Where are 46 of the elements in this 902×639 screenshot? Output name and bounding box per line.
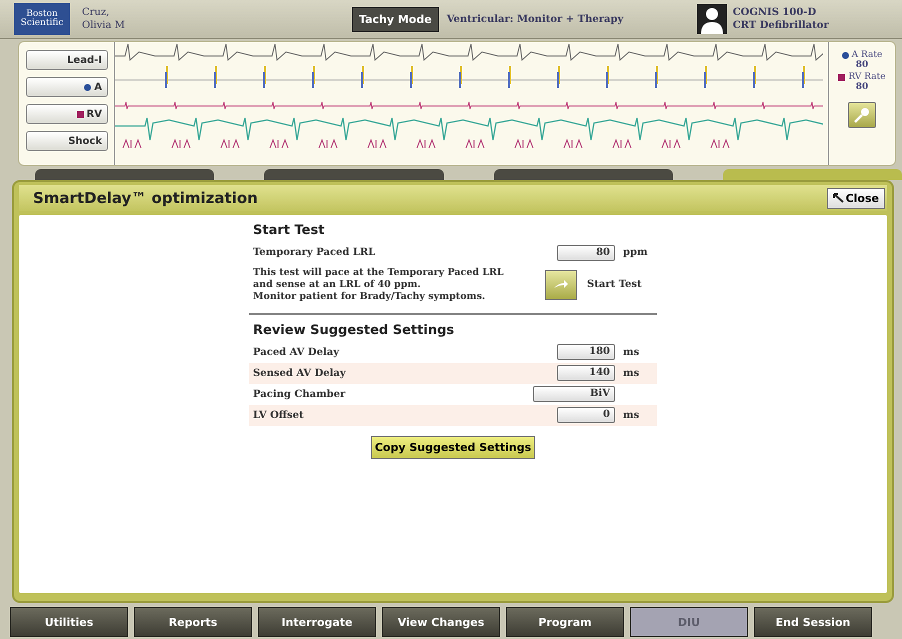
start-test-button[interactable]	[545, 270, 577, 300]
footer-button[interactable]: End Session	[754, 607, 872, 637]
value-field[interactable]: BiV	[533, 386, 615, 402]
footer-button[interactable]: Interrogate	[258, 607, 376, 637]
mode-button[interactable]: Tachy Mode	[352, 6, 439, 32]
logo: Boston Scientific	[14, 3, 70, 35]
rate-value: 80	[856, 60, 868, 70]
test-note: This test will pace at the Temporary Paced LRL and sense at an LRL of 40 ppm. Monitor patient for Brady/Tachy symptoms.	[253, 267, 505, 303]
setting-label: LV Offset	[253, 410, 305, 421]
setting-label: Paced AV Delay	[253, 346, 340, 358]
section-heading: Review Suggested Settings	[253, 322, 456, 338]
unit-label: ms	[622, 346, 640, 358]
mode-text: Ventricular: Monitor + Therapy	[446, 14, 624, 24]
person-icon	[696, 4, 727, 34]
close-icon	[832, 193, 844, 203]
unit-label: ms	[622, 368, 640, 379]
setting-label: Pacing Chamber	[253, 388, 346, 400]
rate-label: RV Rate	[848, 72, 886, 82]
unit-label: ms	[622, 410, 640, 421]
value-field[interactable]: 180	[557, 344, 615, 360]
channel-button[interactable]: Lead-I	[26, 50, 108, 70]
rate-value: 80	[856, 82, 868, 92]
footer-button[interactable]: View Changes	[382, 607, 500, 637]
patient-name: Cruz, Olivia M	[82, 6, 126, 32]
section-heading: Start Test	[253, 223, 326, 238]
value-field[interactable]: 140	[557, 365, 615, 382]
key-button[interactable]	[848, 102, 876, 128]
panel-title: SmartDelay™ optimization	[33, 189, 258, 207]
footer-button[interactable]: Program	[506, 607, 624, 637]
channel-button[interactable]: Shock	[26, 131, 108, 151]
channel-button[interactable]: A	[26, 77, 108, 97]
footer-button[interactable]: Utilities	[10, 607, 128, 637]
value-field[interactable]: 0	[557, 407, 615, 424]
start-test-label: Start Test	[587, 279, 643, 290]
key-icon	[853, 106, 871, 124]
footer-button[interactable]: Reports	[134, 607, 252, 637]
unit-label: ppm	[622, 247, 649, 258]
arrow-icon	[553, 280, 569, 290]
close-button[interactable]: Close	[826, 188, 885, 208]
setting-label: Sensed AV Delay	[253, 368, 347, 379]
copy-settings-button[interactable]: Copy Suggested Settings	[370, 436, 536, 459]
device-name: COGNIS 100-D CRT Defibrillator	[732, 6, 829, 32]
value-field[interactable]: 80	[557, 244, 615, 260]
field-label: Temporary Paced LRL	[253, 247, 376, 258]
channel-button[interactable]: RV	[26, 104, 108, 124]
rate-label: A Rate	[852, 50, 882, 60]
